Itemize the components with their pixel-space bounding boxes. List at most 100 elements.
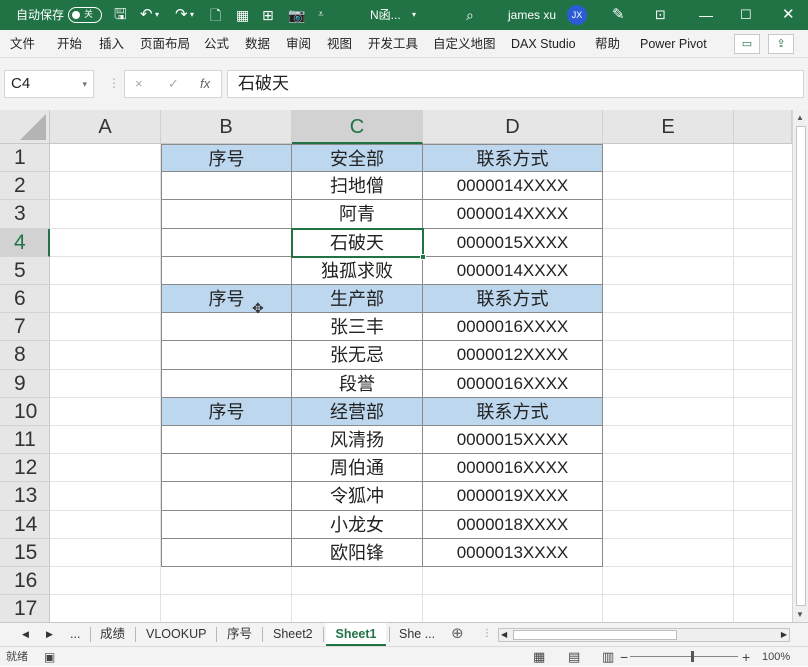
row-header[interactable]: 11: [0, 426, 50, 455]
fill-handle[interactable]: [420, 254, 426, 260]
tab-data[interactable]: 数据: [245, 30, 270, 58]
table-cell[interactable]: [161, 426, 292, 455]
table-cell[interactable]: 扫地僧: [292, 172, 423, 201]
table-cell[interactable]: 0000019XXXX: [423, 482, 603, 511]
table-cell[interactable]: [161, 482, 292, 511]
table-cell[interactable]: 0000014XXXX: [423, 256, 603, 285]
table-cell[interactable]: 经营部: [292, 397, 423, 426]
user-name[interactable]: james xu: [508, 0, 556, 30]
scroll-right-icon[interactable]: ▶: [781, 629, 787, 641]
minimize-icon[interactable]: —: [699, 0, 713, 30]
enter-icon[interactable]: ✓: [168, 71, 179, 97]
sheet-tab-vlookup[interactable]: VLOOKUP: [146, 623, 206, 646]
grid-icon[interactable]: ⊞: [262, 0, 274, 30]
macro-record-icon[interactable]: ▣: [44, 647, 55, 667]
undo-icon[interactable]: ↶: [140, 0, 153, 30]
cancel-icon[interactable]: ×: [135, 71, 143, 97]
table-cell[interactable]: 序号: [161, 144, 292, 173]
table-cell[interactable]: 0000016XXXX: [423, 369, 603, 398]
table-cell[interactable]: 联系方式: [423, 285, 603, 314]
table-cell[interactable]: 周伯通: [292, 454, 423, 483]
sheet-tab-serial[interactable]: 序号: [227, 623, 252, 646]
page-break-view-icon[interactable]: ▥: [602, 647, 614, 667]
table-cell[interactable]: 0000014XXXX: [423, 172, 603, 201]
table-cell[interactable]: 张三丰: [292, 313, 423, 342]
table-cell[interactable]: 0000016XXXX: [423, 313, 603, 342]
table-icon[interactable]: ▦: [236, 0, 249, 30]
file-name[interactable]: N函...: [370, 0, 401, 30]
table-cell[interactable]: 张无忌: [292, 341, 423, 370]
table-cell[interactable]: 独孤求败: [292, 256, 423, 285]
page-layout-view-icon[interactable]: ▤: [568, 647, 580, 667]
redo-icon[interactable]: ↷: [175, 0, 188, 30]
scroll-up-icon[interactable]: ▲: [796, 113, 804, 122]
sheet-tab-sheet2[interactable]: Sheet2: [273, 623, 313, 646]
ribbon-display-icon[interactable]: ⊡: [655, 0, 666, 30]
table-cell[interactable]: 0000018XXXX: [423, 510, 603, 539]
table-cell[interactable]: [161, 341, 292, 370]
row-header[interactable]: 13: [0, 482, 50, 511]
next-sheet-icon[interactable]: ▶: [46, 623, 53, 646]
table-cell[interactable]: [161, 538, 292, 567]
table-cell[interactable]: 0000016XXXX: [423, 454, 603, 483]
column-header-d[interactable]: D: [423, 110, 603, 144]
table-cell[interactable]: 生产部: [292, 285, 423, 314]
table-cell[interactable]: [161, 313, 292, 342]
row-header[interactable]: 10: [0, 397, 50, 426]
scroll-down-icon[interactable]: ▼: [796, 610, 804, 619]
formula-bar-splitter-icon[interactable]: ⋮: [108, 76, 120, 90]
column-header-b[interactable]: B: [161, 110, 292, 144]
select-all-button[interactable]: [0, 110, 50, 144]
redo-dropdown-icon[interactable]: ▾: [190, 0, 194, 30]
tab-splitter-icon[interactable]: ⋮: [482, 623, 492, 646]
sheet-tab-scores[interactable]: 成绩: [100, 623, 125, 646]
add-sheet-icon[interactable]: ⊕: [451, 623, 464, 646]
worksheet-grid[interactable]: A B C D E 1 2 3 4 5 6 7 8 9 10 11 12 13 14 15 16 17 序号 安全…: [0, 110, 792, 622]
column-header-a[interactable]: A: [50, 110, 161, 144]
undo-dropdown-icon[interactable]: ▾: [155, 0, 159, 30]
tab-developer[interactable]: 开发工具: [368, 30, 418, 58]
search-icon[interactable]: ⌕: [466, 0, 474, 30]
table-cell[interactable]: 序号: [161, 285, 292, 314]
zoom-level[interactable]: 100%: [762, 647, 790, 667]
table-cell[interactable]: [161, 256, 292, 285]
table-cell[interactable]: 0000015XXXX: [423, 228, 603, 257]
table-cell[interactable]: 安全部: [292, 144, 423, 173]
row-header[interactable]: 5: [0, 256, 50, 285]
row-header[interactable]: 7: [0, 313, 50, 342]
vertical-scrollbar[interactable]: ▲ ▼: [792, 110, 808, 622]
share-icon[interactable]: ⇪: [768, 34, 794, 54]
sheet-tab-sheet1[interactable]: Sheet1: [326, 623, 386, 646]
sheet-tab-more[interactable]: She ...: [399, 623, 435, 646]
table-cell[interactable]: 0000012XXXX: [423, 341, 603, 370]
table-cell[interactable]: [161, 228, 292, 257]
normal-view-icon[interactable]: ▦: [533, 647, 545, 667]
tab-home[interactable]: 开始: [57, 30, 82, 58]
zoom-slider-track[interactable]: [630, 656, 738, 657]
close-icon[interactable]: ✕: [782, 0, 795, 30]
row-header[interactable]: 15: [0, 538, 50, 567]
scroll-left-icon[interactable]: ◀: [501, 629, 507, 641]
filename-dropdown-icon[interactable]: ▾: [412, 0, 416, 30]
row-header[interactable]: 4: [0, 228, 50, 257]
pen-icon[interactable]: ✎: [612, 0, 625, 30]
autosave-toggle[interactable]: 关: [68, 7, 102, 23]
active-cell-selection[interactable]: [291, 228, 426, 260]
tab-help[interactable]: 帮助: [595, 30, 620, 58]
tab-view[interactable]: 视图: [327, 30, 352, 58]
table-cell[interactable]: 0000014XXXX: [423, 200, 603, 229]
table-cell[interactable]: 欧阳锋: [292, 538, 423, 567]
vertical-scroll-thumb[interactable]: [796, 126, 806, 606]
table-cell[interactable]: 阿青: [292, 200, 423, 229]
prev-sheet-icon[interactable]: ◀: [22, 623, 29, 646]
row-header[interactable]: 14: [0, 510, 50, 539]
tab-formulas[interactable]: 公式: [204, 30, 229, 58]
row-header[interactable]: 2: [0, 172, 50, 201]
user-avatar[interactable]: JX: [567, 5, 587, 25]
maximize-icon[interactable]: ☐: [740, 0, 752, 30]
row-header[interactable]: 9: [0, 369, 50, 398]
name-box-dropdown-icon[interactable]: ▾: [82, 71, 87, 97]
zoom-in-icon[interactable]: +: [742, 647, 750, 667]
document-icon[interactable]: 🗋: [210, 0, 221, 30]
column-header-e[interactable]: E: [603, 110, 734, 144]
